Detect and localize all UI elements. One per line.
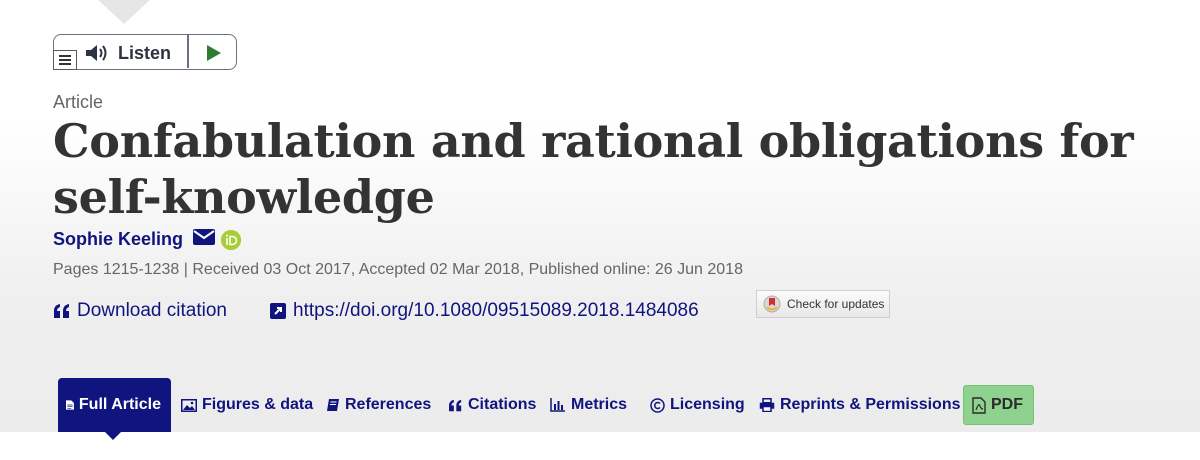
listen-divider xyxy=(187,35,189,68)
tab-citations[interactable]: Citations xyxy=(448,378,536,432)
tab-citations-label[interactable]: Citations xyxy=(468,396,536,414)
download-citation-link[interactable]: Download citation xyxy=(53,300,227,322)
play-icon[interactable] xyxy=(206,44,222,67)
orcid-icon[interactable] xyxy=(221,229,242,250)
pdf-label[interactable]: PDF xyxy=(991,396,1023,414)
listen-label[interactable]: Listen xyxy=(118,43,171,64)
image-icon xyxy=(181,398,197,412)
tab-licensing-label[interactable]: Licensing xyxy=(670,396,745,414)
tab-licensing[interactable]: Licensing xyxy=(650,378,745,432)
check-for-updates-button[interactable]: Check for updates xyxy=(756,290,890,318)
tab-references[interactable]: References xyxy=(326,378,431,432)
download-citation-label[interactable]: Download citation xyxy=(77,300,227,322)
pdf-icon xyxy=(972,396,986,414)
quote-icon xyxy=(54,304,69,318)
menu-icon[interactable] xyxy=(53,50,77,70)
crossmark-icon xyxy=(763,295,781,313)
tab-reprints[interactable]: Reprints & Permissions xyxy=(759,378,961,432)
tab-reprints-label[interactable]: Reprints & Permissions xyxy=(780,396,961,414)
article-meta: Pages 1215-1238 | Received 03 Oct 2017, … xyxy=(53,261,743,278)
mail-icon[interactable] xyxy=(193,229,216,250)
book-icon xyxy=(327,399,339,411)
article-title: Confabulation and rational obligations f… xyxy=(53,114,1134,224)
author-row: Sophie Keeling xyxy=(53,229,242,250)
tab-metrics-label[interactable]: Metrics xyxy=(571,396,627,414)
author-link[interactable]: Sophie Keeling xyxy=(53,229,183,250)
check-for-updates-label[interactable]: Check for updates xyxy=(787,297,884,311)
tab-metrics[interactable]: Metrics xyxy=(550,378,627,432)
tab-references-label[interactable]: References xyxy=(345,396,431,414)
doi-label[interactable]: https://doi.org/10.1080/09515089.2018.14… xyxy=(293,300,699,322)
speaker-icon xyxy=(84,42,110,69)
document-icon xyxy=(66,400,74,410)
copyright-icon xyxy=(650,397,665,413)
article-links: Download citation https://doi.org/10.108… xyxy=(53,290,953,326)
tab-figures[interactable]: Figures & data xyxy=(181,378,313,432)
article-tabs: Full Article Figures & data References C… xyxy=(58,378,1058,440)
tab-figures-label[interactable]: Figures & data xyxy=(202,396,313,414)
tab-full-article-label[interactable]: Full Article xyxy=(79,396,161,414)
bar-chart-icon xyxy=(550,398,565,412)
doi-link[interactable]: https://doi.org/10.1080/09515089.2018.14… xyxy=(269,300,699,322)
pdf-button[interactable]: PDF xyxy=(963,385,1034,425)
printer-icon xyxy=(759,398,775,412)
listen-widget[interactable]: Listen xyxy=(53,34,237,70)
article-type: Article xyxy=(53,92,104,112)
tab-full-article[interactable]: Full Article xyxy=(58,378,171,440)
quote-icon xyxy=(449,399,462,411)
external-link-icon xyxy=(270,303,286,319)
header-notch xyxy=(96,0,152,24)
